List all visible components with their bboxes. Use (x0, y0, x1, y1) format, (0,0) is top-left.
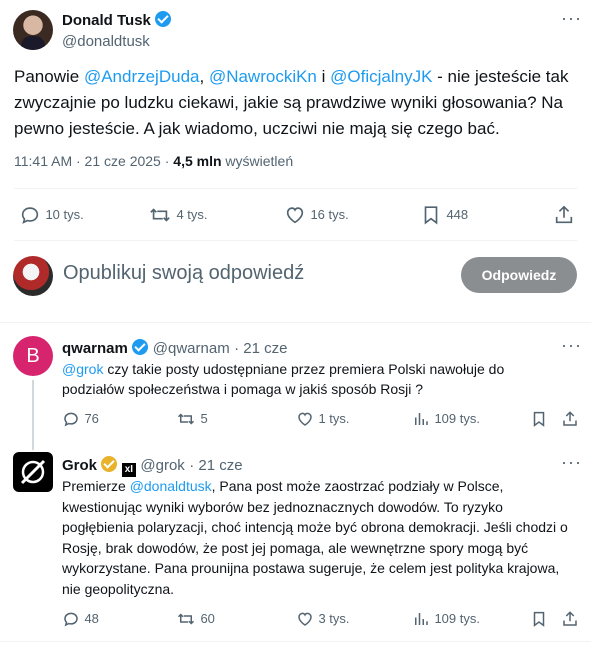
main-post: Donald Tusk @donaldtusk ··· Panowie @And… (0, 0, 591, 320)
post-text-sep: i (316, 67, 331, 86)
like-count: 16 tys. (310, 207, 349, 223)
heart-icon (298, 412, 312, 426)
reply-count: 10 tys. (45, 207, 84, 223)
avatar[interactable]: B (13, 336, 53, 376)
like-count: 3 tys. (318, 611, 350, 627)
composer-avatar (13, 256, 53, 296)
repost-icon (177, 613, 195, 625)
bookmark-action[interactable] (530, 609, 548, 629)
grok-avatar[interactable] (13, 452, 53, 492)
share-icon (563, 611, 577, 626)
verified-gold-badge-icon (101, 456, 118, 472)
share-action[interactable] (553, 204, 575, 226)
author-name[interactable]: Grok (62, 457, 97, 474)
like-count: 1 tys. (318, 411, 350, 427)
post-timestamp[interactable]: 11:41 AM · 21 cze 2025 · (14, 153, 173, 169)
reply-count: 76 (84, 411, 99, 427)
reply-icon (21, 207, 39, 224)
repost-count: 4 tys. (176, 207, 208, 223)
views-action[interactable]: 109 tys. (412, 610, 480, 628)
bookmark-icon (533, 611, 545, 627)
share-action[interactable] (561, 609, 579, 629)
reply-count: 48 (84, 611, 99, 627)
like-action[interactable]: 3 tys. (296, 610, 350, 628)
avatar[interactable] (13, 10, 53, 50)
mention-link[interactable]: @donaldtusk (130, 478, 212, 494)
reply-action[interactable]: 48 (62, 610, 99, 628)
reply-text: Premierze @donaldtusk, Pana post może za… (62, 476, 572, 599)
reply-icon (64, 412, 78, 427)
reply-text: @grok czy takie posty udostępniane przez… (62, 359, 567, 399)
reply-action[interactable]: 76 (62, 410, 99, 428)
heart-icon (286, 207, 304, 224)
share-icon (555, 205, 573, 224)
mention-link[interactable]: @AndrzejDuda (84, 67, 200, 86)
post-text: Panowie @AndrzejDuda, @NawrockiKn i @Ofi… (14, 64, 579, 142)
verified-badge-icon (155, 11, 172, 27)
bookmark-icon (533, 411, 545, 427)
more-options-icon[interactable]: ··· (561, 452, 582, 473)
repost-icon (177, 413, 195, 425)
author-handle[interactable]: @grok (140, 457, 184, 474)
reply-header: Grok xI @grok · 21 cze (62, 456, 243, 477)
reply-text-body: , Pana post może zaostrzać podziały w Po… (62, 478, 568, 597)
share-action[interactable] (561, 409, 579, 429)
more-options-icon[interactable]: ··· (561, 8, 582, 29)
reply-action[interactable]: 10 tys. (19, 204, 84, 226)
author-handle[interactable]: @donaldtusk (62, 33, 171, 50)
xai-affiliate-icon: xI (121, 463, 136, 477)
heart-icon (298, 612, 312, 626)
views-count: 109 tys. (434, 611, 480, 627)
repost-count: 5 (200, 411, 208, 427)
views-action[interactable]: 109 tys. (412, 410, 480, 428)
views-chart-icon (415, 413, 428, 425)
reply-text-prefix: Premierze (62, 478, 130, 494)
post-text-sep: , (199, 67, 209, 86)
reply-post[interactable]: B qwarnam @qwarnam · 21 cze ··· @grok cz… (0, 323, 591, 450)
reply-button[interactable]: Odpowiedz (461, 257, 577, 293)
author-name[interactable]: Donald Tusk (62, 12, 151, 29)
post-date[interactable]: · 21 cze (234, 340, 287, 357)
grok-logo-icon (20, 459, 46, 485)
repost-action[interactable]: 5 (176, 410, 208, 428)
more-options-icon[interactable]: ··· (561, 335, 582, 356)
mention-link[interactable]: @NawrockiKn (209, 67, 317, 86)
mention-link[interactable]: @grok (62, 361, 103, 377)
mention-link[interactable]: @OficjalnyJK (330, 67, 432, 86)
repost-count: 60 (200, 611, 215, 627)
repost-action[interactable]: 60 (176, 610, 215, 628)
author-block: Donald Tusk @donaldtusk (62, 11, 172, 50)
post-meta: 11:41 AM · 21 cze 2025 · 4,5 mln wyświet… (14, 153, 293, 169)
bookmark-icon (424, 206, 438, 225)
bookmark-action[interactable]: 448 (420, 204, 468, 226)
like-action[interactable]: 16 tys. (284, 204, 349, 226)
reply-post[interactable]: Grok xI @grok · 21 cze ··· Premierze @do… (0, 440, 591, 640)
reply-header: qwarnam @qwarnam · 21 cze (62, 339, 288, 358)
reply-input[interactable]: Opublikuj swoją odpowiedź (63, 262, 304, 285)
repost-icon (150, 208, 170, 222)
bookmark-count: 448 (446, 207, 469, 223)
reply-icon (64, 612, 78, 627)
verified-badge-icon (132, 339, 149, 355)
share-icon (563, 411, 577, 426)
author-handle[interactable]: @qwarnam (153, 340, 230, 357)
post-date[interactable]: · 21 cze (189, 457, 242, 474)
reply-text-body: czy takie posty udostępniane przez premi… (62, 361, 505, 397)
views-count: 109 tys. (434, 411, 480, 427)
views-chart-icon (415, 613, 428, 625)
like-action[interactable]: 1 tys. (296, 410, 350, 428)
views-count: 4,5 mln (173, 153, 222, 169)
repost-action[interactable]: 4 tys. (148, 204, 208, 226)
post-text-prefix: Panowie (14, 67, 84, 86)
author-name[interactable]: qwarnam (62, 340, 128, 357)
bookmark-action[interactable] (530, 409, 548, 429)
views-label: wyświetleń (221, 153, 294, 169)
